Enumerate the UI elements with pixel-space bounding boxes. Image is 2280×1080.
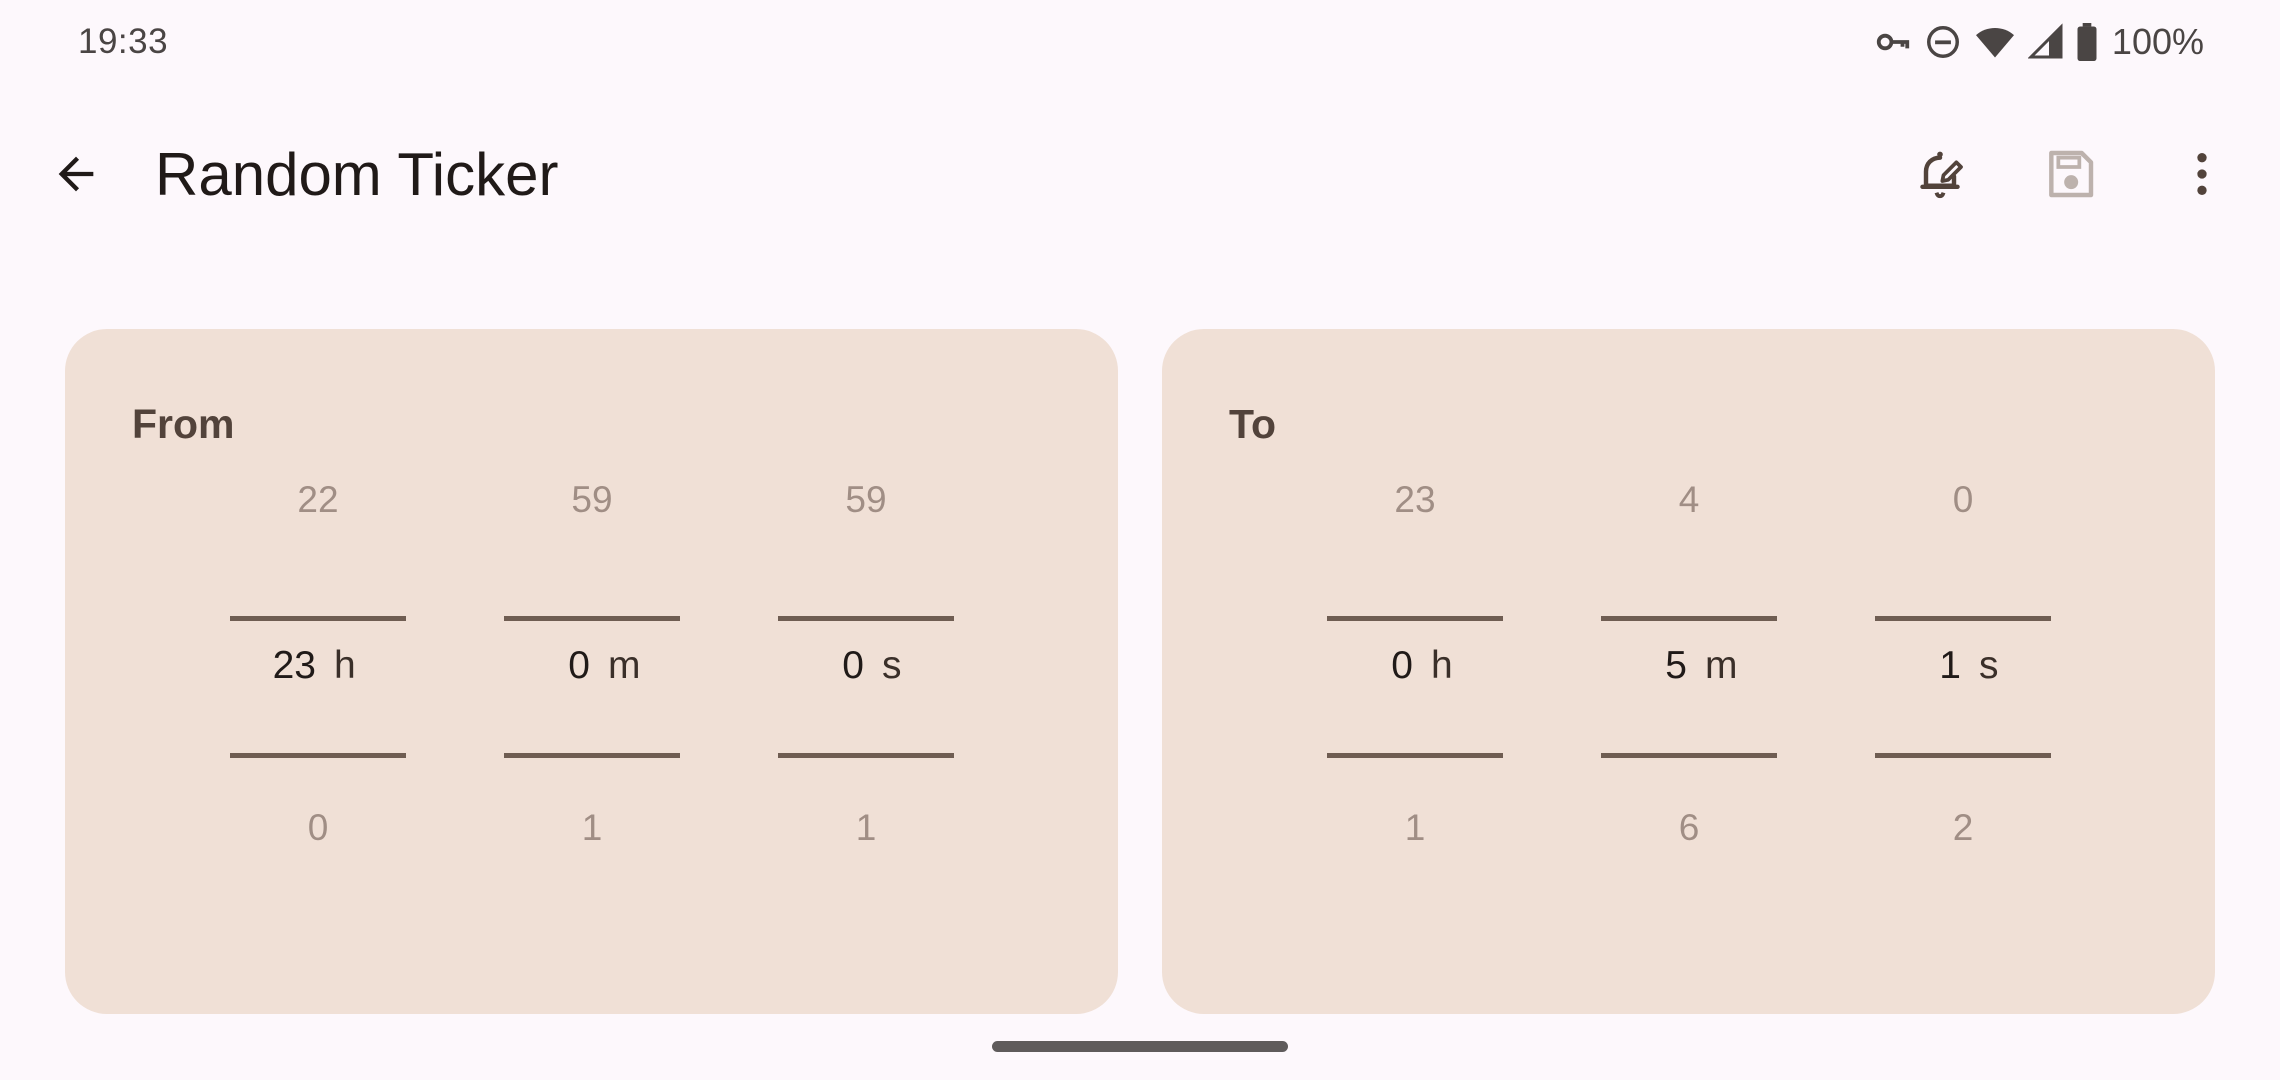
- selection-divider-top: [504, 616, 680, 621]
- unit-label: s: [1979, 644, 1999, 687]
- to-card: To 23 0 h 1 4 5 m 6 0 1 s 2: [1162, 329, 2215, 1014]
- arrow-back-icon: [58, 156, 94, 192]
- save-icon: [2049, 150, 2094, 198]
- next-value[interactable]: 1: [1327, 807, 1503, 849]
- app-bar: Random Ticker: [0, 110, 2280, 234]
- edit-alarm-button[interactable]: [1898, 132, 1982, 216]
- selected-value[interactable]: 0 h: [1327, 644, 1503, 704]
- cell-signal-icon: [2027, 23, 2063, 59]
- from-hours-picker[interactable]: 22 23 h 0: [230, 479, 406, 859]
- selection-divider-bottom: [1327, 753, 1503, 758]
- selected-number: 5: [1665, 644, 1687, 687]
- previous-value[interactable]: 59: [778, 479, 954, 521]
- selected-number: 0: [568, 644, 590, 687]
- from-seconds-picker[interactable]: 59 0 s 1: [778, 479, 954, 859]
- alarm-edit-icon: [1920, 151, 1963, 199]
- selected-number: 0: [1391, 644, 1413, 687]
- selection-divider-top: [230, 616, 406, 621]
- unit-label: s: [882, 644, 902, 687]
- next-value[interactable]: 0: [230, 807, 406, 849]
- gesture-nav-handle[interactable]: [992, 1041, 1288, 1052]
- to-hours-picker[interactable]: 23 0 h 1: [1327, 479, 1503, 859]
- status-bar: 19:33 100%: [0, 0, 2280, 84]
- selected-number: 23: [272, 644, 316, 687]
- selection-divider-top: [1327, 616, 1503, 621]
- unit-label: m: [1705, 644, 1738, 687]
- selected-number: 0: [842, 644, 864, 687]
- more-options-button[interactable]: [2160, 132, 2244, 216]
- selected-value[interactable]: 5 m: [1601, 644, 1777, 704]
- back-button[interactable]: [36, 134, 116, 214]
- wifi-icon: [1975, 27, 2014, 58]
- save-button[interactable]: [2028, 132, 2112, 216]
- more-vert-icon: [2197, 153, 2207, 195]
- unit-label: h: [334, 644, 356, 687]
- selection-divider-top: [1601, 616, 1777, 621]
- selection-divider-top: [1875, 616, 2051, 621]
- next-value[interactable]: 1: [504, 807, 680, 849]
- selection-divider-bottom: [230, 753, 406, 758]
- vpn-key-icon: [1876, 33, 1910, 51]
- selected-number: 1: [1939, 644, 1961, 687]
- battery-icon: [2077, 23, 2097, 61]
- to-minutes-picker[interactable]: 4 5 m 6: [1601, 479, 1777, 859]
- selected-value[interactable]: 1 s: [1875, 644, 2051, 704]
- unit-label: h: [1431, 644, 1453, 687]
- previous-value[interactable]: 22: [230, 479, 406, 521]
- from-card: From 22 23 h 0 59 0 m 1 59 0 s 1: [65, 329, 1118, 1014]
- next-value[interactable]: 1: [778, 807, 954, 849]
- selection-divider-bottom: [1601, 753, 1777, 758]
- status-time: 19:33: [78, 22, 169, 61]
- to-seconds-picker[interactable]: 0 1 s 2: [1875, 479, 2051, 859]
- unit-label: m: [608, 644, 641, 687]
- selected-value[interactable]: 0 s: [778, 644, 954, 704]
- selection-divider-top: [778, 616, 954, 621]
- next-value[interactable]: 6: [1601, 807, 1777, 849]
- from-minutes-picker[interactable]: 59 0 m 1: [504, 479, 680, 859]
- status-icons: 100%: [1874, 18, 2204, 66]
- previous-value[interactable]: 0: [1875, 479, 2051, 521]
- screen: 19:33 100% Random Ticker From 22 23 h 0 …: [0, 0, 2280, 1080]
- selection-divider-bottom: [504, 753, 680, 758]
- page-title: Random Ticker: [155, 141, 559, 208]
- selected-value[interactable]: 23 h: [230, 644, 406, 704]
- selection-divider-bottom: [778, 753, 954, 758]
- previous-value[interactable]: 4: [1601, 479, 1777, 521]
- next-value[interactable]: 2: [1875, 807, 2051, 849]
- battery-percentage: 100%: [2111, 21, 2204, 62]
- selection-divider-bottom: [1875, 753, 2051, 758]
- to-label: To: [1229, 401, 1277, 447]
- previous-value[interactable]: 59: [504, 479, 680, 521]
- do-not-disturb-icon: [1926, 26, 1959, 58]
- from-label: From: [132, 401, 235, 447]
- previous-value[interactable]: 23: [1327, 479, 1503, 521]
- selected-value[interactable]: 0 m: [504, 644, 680, 704]
